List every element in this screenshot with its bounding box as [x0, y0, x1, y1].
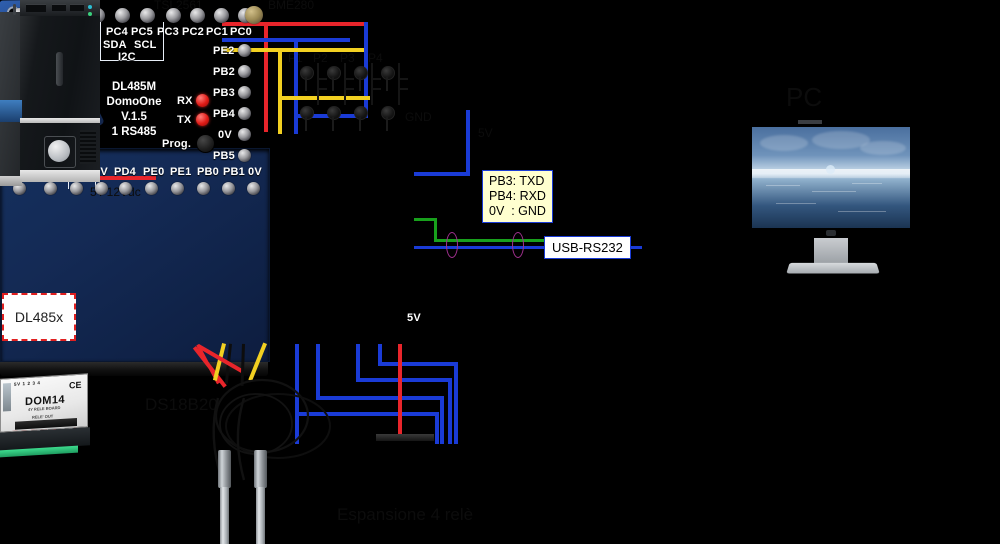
relay-caption: Espansione 4 relè [337, 505, 474, 524]
board-bottom-pin-4: PE0 [143, 166, 165, 178]
pir-gnd-label: GND [405, 110, 432, 124]
tx-led [196, 113, 209, 126]
monitor-brand-logo [798, 120, 822, 124]
board-bottom-pin-3: PD4 [114, 166, 136, 178]
diagram-canvas: TSL2561 BME280 PC DS18B20 Espansione 4 r… [0, 0, 1000, 544]
wire-relay-3-h [356, 378, 452, 382]
rx-led [196, 94, 209, 107]
temp-probe-1-shaft [220, 487, 229, 544]
prog-button-label: Prog. [162, 138, 192, 150]
monitor-hp-badge [826, 230, 836, 236]
wire-relay-4-h [378, 362, 458, 366]
dom14-relay-module: 5V 1 2 3 4 DOM14 4Y RELE BOARD RELE' OUT… [0, 373, 88, 433]
board-right-pin-1: PB2 [213, 66, 235, 78]
temp-probe-2-cap [254, 450, 267, 488]
board-right-pin-2: PB3 [213, 87, 235, 99]
rx-led-label: RX [177, 95, 193, 107]
board-bottom-pin-9: 5V [407, 312, 421, 324]
dom14-input-header [372, 430, 464, 441]
monitor-stand [814, 238, 848, 264]
callout-line3: 0V : GND [489, 204, 546, 218]
monitor-base [786, 262, 880, 274]
pc-tower [0, 0, 100, 544]
wire-pir-signal-h [414, 172, 470, 176]
connector-oval-2 [512, 232, 524, 258]
callout-line1: PB3: TXD [489, 174, 545, 188]
usb-rs232-adapter[interactable]: USB-RS232 [544, 236, 631, 259]
callout-line2: PB4: RXD [489, 189, 546, 203]
board-bottom-pin-8: 0V [248, 166, 262, 178]
board-right-pin-3: PB4 [213, 108, 235, 120]
wire-sensor-scl-v2 [294, 106, 298, 134]
connector-oval-1 [446, 232, 458, 258]
temp-probe-2-shaft [256, 487, 265, 544]
board-top-pin-8: PC1 [206, 26, 228, 38]
wire-relay-power [398, 344, 402, 440]
wire-pir-signal-v [466, 110, 470, 174]
button-label-p2: P2 [313, 51, 328, 65]
dl485x-node-1[interactable]: DL485x [2, 293, 76, 341]
temp-probe-1-cap [218, 450, 231, 488]
serial-pin-callout: PB3: TXD PB4: RXD 0V : GND [482, 170, 553, 223]
board-i2c-sda: SDA [103, 39, 127, 51]
tx-led-label: TX [177, 114, 192, 126]
board-i2c-scl: SCL [134, 39, 157, 51]
board-i2c-bus: I2C [118, 51, 136, 63]
board-bottom-pin-5: PE1 [170, 166, 192, 178]
board-bottom-pin-6: PB0 [197, 166, 219, 178]
wire-sensor-sda-v [278, 48, 282, 134]
button-label-p3: P3 [340, 51, 355, 65]
wire-pb3-txd-a [414, 218, 436, 221]
board-right-pin-0: PE2 [213, 45, 235, 57]
board-top-pin-7: PC2 [182, 26, 204, 38]
dom14-ce-mark: CE [69, 379, 82, 391]
board-right-pin-4: 0V [218, 129, 232, 141]
monitor-screen [752, 127, 910, 228]
pc-label: PC [786, 82, 823, 112]
pir-5v-label: 5V [478, 126, 493, 140]
wire-sensor-scl-h [222, 38, 350, 42]
board-bottom-pin-7: PB1 [223, 166, 245, 178]
board-right-pin-5: PB5 [213, 150, 235, 162]
dom14-subtitle: 4Y RELE BOARD [28, 404, 61, 412]
bme280-label: BME280 [268, 0, 315, 12]
wire-pb4-rxd [414, 246, 546, 249]
dom14-terminal-in: 5V 1 2 3 4 [14, 380, 41, 387]
prog-button[interactable] [196, 134, 215, 153]
wire-bme-sda-join [278, 96, 370, 100]
board-top-pin-9: PC0 [230, 26, 252, 38]
